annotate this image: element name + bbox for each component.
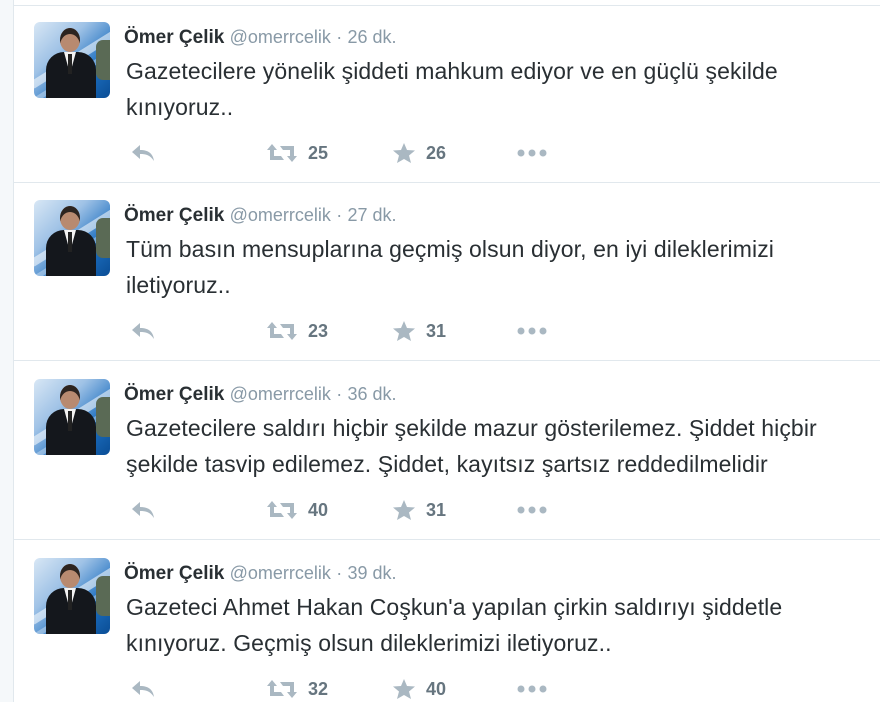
more-icon bbox=[516, 148, 548, 158]
retweet-count: 32 bbox=[308, 678, 329, 699]
meta-separator: · bbox=[336, 563, 343, 583]
author-handle[interactable]: @omerrcelik bbox=[230, 27, 331, 47]
tweet-text: Gazetecilere saldırı hiçbir şekilde mazu… bbox=[126, 415, 817, 477]
more-button[interactable] bbox=[516, 316, 548, 346]
star-icon bbox=[392, 320, 416, 342]
meta-separator: · bbox=[336, 27, 343, 47]
retweet-button[interactable]: 25 bbox=[266, 138, 328, 168]
tweet-actions: 40 31 bbox=[124, 495, 584, 525]
tweet-timestamp[interactable]: 27 dk. bbox=[347, 205, 396, 225]
star-icon bbox=[392, 678, 416, 700]
tweet-timestamp[interactable]: 26 dk. bbox=[347, 27, 396, 47]
reply-button[interactable] bbox=[130, 316, 156, 346]
tweet-timeline: Ömer Çelik @omerrcelik · 26 dk. Gazeteci… bbox=[14, 0, 880, 702]
favorite-count: 26 bbox=[426, 142, 447, 163]
star-icon bbox=[392, 142, 416, 164]
favorite-count: 40 bbox=[426, 678, 447, 699]
avatar[interactable] bbox=[34, 200, 110, 276]
more-button[interactable] bbox=[516, 138, 548, 168]
retweet-icon bbox=[266, 142, 298, 164]
more-button[interactable] bbox=[516, 674, 548, 704]
tweet-timestamp[interactable]: 36 dk. bbox=[347, 384, 396, 404]
more-icon bbox=[516, 684, 548, 694]
author-name[interactable]: Ömer Çelik bbox=[124, 384, 224, 405]
retweet-button[interactable]: 40 bbox=[266, 495, 328, 525]
favorite-button[interactable]: 40 bbox=[392, 674, 446, 704]
retweet-icon bbox=[266, 320, 298, 342]
meta-separator: · bbox=[336, 384, 343, 404]
author-handle[interactable]: @omerrcelik bbox=[230, 563, 331, 583]
author-name[interactable]: Ömer Çelik bbox=[124, 205, 224, 226]
retweet-icon bbox=[266, 499, 298, 521]
retweet-button[interactable]: 23 bbox=[266, 316, 328, 346]
author-handle[interactable]: @omerrcelik bbox=[230, 205, 331, 225]
tweet-text: Tüm basın mensuplarına geçmiş olsun diyo… bbox=[126, 236, 775, 298]
tweet-item[interactable]: Ömer Çelik @omerrcelik · 36 dk. Gazeteci… bbox=[14, 362, 880, 540]
tweet-actions: 23 31 bbox=[124, 316, 584, 346]
tweet-item[interactable]: Ömer Çelik @omerrcelik · 27 dk. Tüm bası… bbox=[14, 183, 880, 361]
tweet-actions: 32 40 bbox=[124, 674, 584, 704]
favorite-button[interactable]: 31 bbox=[392, 495, 446, 525]
favorite-count: 31 bbox=[426, 499, 447, 520]
favorite-button[interactable]: 26 bbox=[392, 138, 446, 168]
reply-button[interactable] bbox=[130, 495, 156, 525]
more-button[interactable] bbox=[516, 495, 548, 525]
more-icon bbox=[516, 505, 548, 515]
reply-icon bbox=[130, 499, 156, 521]
retweet-count: 40 bbox=[308, 499, 329, 520]
left-panel-edge bbox=[0, 0, 14, 702]
author-name[interactable]: Ömer Çelik bbox=[124, 27, 224, 48]
meta-separator: · bbox=[336, 205, 343, 225]
avatar[interactable] bbox=[34, 379, 110, 455]
author-name[interactable]: Ömer Çelik bbox=[124, 563, 224, 584]
reply-icon bbox=[130, 678, 156, 700]
reply-icon bbox=[130, 320, 156, 342]
retweet-count: 25 bbox=[308, 142, 329, 163]
favorite-button[interactable]: 31 bbox=[392, 316, 446, 346]
tweet-header: Ömer Çelik @omerrcelik · 39 dk. bbox=[124, 561, 397, 586]
tweet-header: Ömer Çelik @omerrcelik · 27 dk. bbox=[124, 203, 397, 228]
reply-button[interactable] bbox=[130, 674, 156, 704]
tweet-item[interactable]: Ömer Çelik @omerrcelik · 26 dk. Gazeteci… bbox=[14, 5, 880, 183]
retweet-icon bbox=[266, 678, 298, 700]
author-handle[interactable]: @omerrcelik bbox=[230, 384, 331, 404]
tweet-text: Gazeteci Ahmet Hakan Coşkun'a yapılan çi… bbox=[126, 594, 783, 656]
tweet-timestamp[interactable]: 39 dk. bbox=[347, 563, 396, 583]
reply-icon bbox=[130, 142, 156, 164]
tweet-header: Ömer Çelik @omerrcelik · 36 dk. bbox=[124, 382, 397, 407]
star-icon bbox=[392, 499, 416, 521]
tweet-text: Gazetecilere yönelik şiddeti mahkum ediy… bbox=[126, 58, 778, 120]
avatar[interactable] bbox=[34, 22, 110, 98]
more-icon bbox=[516, 326, 548, 336]
tweet-actions: 25 26 bbox=[124, 138, 584, 168]
avatar[interactable] bbox=[34, 558, 110, 634]
favorite-count: 31 bbox=[426, 320, 447, 341]
tweet-item[interactable]: Ömer Çelik @omerrcelik · 39 dk. Gazeteci… bbox=[14, 541, 880, 719]
tweet-header: Ömer Çelik @omerrcelik · 26 dk. bbox=[124, 25, 397, 50]
retweet-button[interactable]: 32 bbox=[266, 674, 328, 704]
retweet-count: 23 bbox=[308, 320, 329, 341]
reply-button[interactable] bbox=[130, 138, 156, 168]
